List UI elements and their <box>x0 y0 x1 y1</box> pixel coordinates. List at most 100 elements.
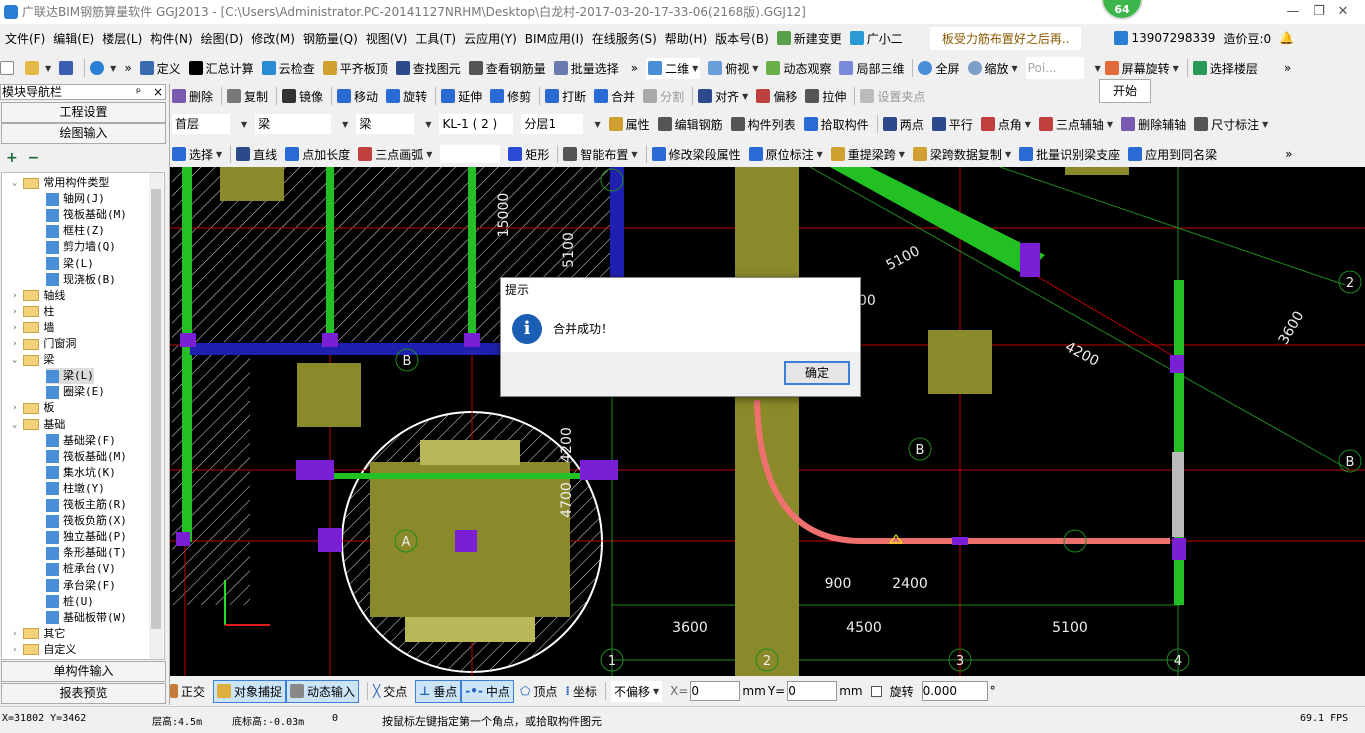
tool-button[interactable]: 三点画弧 ▼ <box>358 146 432 163</box>
chevron-right-icon[interactable]: › <box>12 304 17 320</box>
type-select[interactable]: 梁 <box>356 114 415 134</box>
expand-all-icon[interactable]: + <box>6 150 18 166</box>
user-account[interactable]: 13907298339 <box>1114 31 1215 45</box>
chevron-right-icon[interactable]: › <box>12 626 17 642</box>
overflow-icon[interactable]: » <box>1285 147 1292 161</box>
tree-item[interactable]: 基础板带(W) <box>46 610 127 626</box>
tree-item[interactable]: 筏板基础(M) <box>46 449 127 465</box>
tree-item[interactable]: 现浇板(B) <box>46 272 116 288</box>
assistant-button[interactable]: 广小二 <box>849 30 903 47</box>
tree-item[interactable]: 筏板基础(M) <box>46 207 127 223</box>
toolbar-button[interactable]: 汇总计算 <box>188 60 254 77</box>
menu-item[interactable]: 版本号(B) <box>715 30 769 47</box>
zoom-button[interactable]: 缩放 ▼ <box>967 60 1018 77</box>
tool-button[interactable]: 三点辅轴 ▼ <box>1038 116 1113 133</box>
drawing-canvas[interactable]: 5100 5100 15000 5100 4200 3600 4200 4700 900 2400… <box>170 167 1365 676</box>
view-2d-combo[interactable]: 二维 ▼ <box>646 57 701 79</box>
tool-button[interactable]: 点加长度 <box>285 146 350 163</box>
object-snap-toggle[interactable]: 对象捕捉 <box>213 679 287 703</box>
tool-button[interactable]: 合并 <box>594 88 635 105</box>
tool-button[interactable]: 删除辅轴 <box>1121 116 1186 133</box>
tool-button[interactable]: 修改梁段属性 <box>651 146 741 163</box>
overflow-icon[interactable]: » <box>1284 61 1291 75</box>
select-floor-button[interactable]: 选择楼层 <box>1192 60 1258 77</box>
tool-button[interactable]: 原位标注 ▼ <box>748 146 823 163</box>
member-select[interactable]: KL-1 ( 2 ) <box>439 114 514 134</box>
menu-item[interactable]: BIM应用(I) <box>525 30 584 47</box>
tree-folder[interactable]: ⌄ 梁 <box>12 352 54 368</box>
tool-button[interactable]: 复制 <box>227 88 268 105</box>
chevron-right-icon[interactable]: › <box>12 400 17 416</box>
tree-folder[interactable]: › 柱 <box>12 304 54 320</box>
tool-button[interactable]: 分割 <box>643 88 684 105</box>
tool-button[interactable]: 移动 <box>337 88 378 105</box>
new-file-button[interactable] <box>0 61 17 75</box>
y-input[interactable]: 0 <box>787 681 838 701</box>
project-settings-button[interactable]: 工程设置 <box>1 102 166 123</box>
chevron-down-icon[interactable]: ⌄ <box>12 175 17 191</box>
arc-mode-select[interactable] <box>440 145 501 163</box>
tree-item[interactable]: 框柱(Z) <box>46 223 105 239</box>
tree-item[interactable]: 桩(U) <box>46 594 94 610</box>
tree-item[interactable]: 柱墩(Y) <box>46 481 105 497</box>
tool-button[interactable]: 两点 <box>882 116 924 133</box>
angle-input[interactable]: 0.000 <box>921 681 988 701</box>
tool-button[interactable]: 打断 <box>545 88 586 105</box>
bell-icon[interactable]: 🔔 <box>1279 31 1294 45</box>
point-input-combo[interactable]: Poi... <box>1025 57 1084 79</box>
tree-item[interactable]: 筏板主筋(R) <box>46 497 127 513</box>
menu-item[interactable]: 工具(T) <box>415 30 456 47</box>
drawing-input-button[interactable]: 绘图输入 <box>1 123 166 144</box>
menu-item[interactable]: 文件(F) <box>5 30 45 47</box>
screen-rotate-button[interactable]: ▼ 屏幕旋转 ▼ <box>1092 60 1179 77</box>
tip-banner[interactable]: 板受力筋布置好之后再.. <box>929 26 1082 50</box>
new-change-button[interactable]: 新建变更 <box>776 30 842 47</box>
tool-button[interactable]: 拉伸 <box>805 88 846 105</box>
menu-item[interactable]: 绘图(D) <box>201 30 244 47</box>
menu-item[interactable]: 楼层(L) <box>102 30 142 47</box>
layer-select[interactable]: 分层1 <box>521 114 584 134</box>
tree-folder[interactable]: › 门窗洞 <box>12 336 76 352</box>
tool-button[interactable]: 构件列表 <box>730 116 796 133</box>
tool-button[interactable]: 智能布置 ▼ <box>563 146 638 163</box>
menu-item[interactable]: 修改(M) <box>251 30 295 47</box>
dynamic-observe-button[interactable]: 动态观察 <box>766 60 831 77</box>
tool-button[interactable]: 对齐 ▼ <box>698 88 748 105</box>
tree-item[interactable]: 条形基础(T) <box>46 545 127 561</box>
tree-item[interactable]: 梁(L) <box>46 368 94 385</box>
tool-button[interactable]: 删除 <box>172 88 213 105</box>
intersection-snap[interactable]: ╳ 交点 <box>373 683 407 700</box>
tree-item[interactable]: 筏板负筋(X) <box>46 513 127 529</box>
tool-button[interactable]: 旋转 <box>386 88 427 105</box>
tool-button[interactable]: 偏移 <box>756 88 797 105</box>
toolbar-button[interactable]: 查看钢筋量 <box>468 60 546 77</box>
tool-button[interactable]: 梁跨数据复制 ▼ <box>912 146 1011 163</box>
tree-item[interactable]: 承台梁(F) <box>46 578 116 594</box>
tool-button[interactable]: 平行 <box>931 116 973 133</box>
tool-button[interactable]: 应用到同名梁 <box>1128 146 1217 163</box>
open-file-button[interactable]: ▼ <box>25 61 51 75</box>
category-select[interactable]: 梁 <box>255 114 332 134</box>
tree-folder[interactable]: › 其它 <box>12 626 65 642</box>
midpoint-snap[interactable]: -•- 中点 <box>461 679 514 703</box>
tree-item[interactable]: 圈梁(E) <box>46 384 105 400</box>
rotate-checkbox[interactable] <box>870 685 882 697</box>
local-3d-button[interactable]: 局部三维 <box>839 60 904 77</box>
tool-button[interactable]: 点角 ▼ <box>980 116 1031 133</box>
top-view-button[interactable]: 俯视 ▼ <box>708 60 758 77</box>
tree-item[interactable]: 集水坑(K) <box>46 465 116 481</box>
tree-folder[interactable]: ⌄ 基础 <box>12 417 65 433</box>
undo-button[interactable]: ▼ <box>90 61 116 75</box>
chevron-down-icon[interactable]: ⌄ <box>12 352 17 368</box>
tree-item[interactable]: 桩承台(V) <box>46 561 116 577</box>
report-preview-button[interactable]: 报表预览 <box>1 683 166 704</box>
tool-button[interactable]: 设置夹点 <box>860 88 925 105</box>
x-input[interactable]: 0 <box>690 681 741 701</box>
tree-item[interactable]: 梁(L) <box>46 256 94 272</box>
tree-folder[interactable]: › 墙 <box>12 320 54 336</box>
menu-item[interactable]: 帮助(H) <box>665 30 707 47</box>
coordinate-snap[interactable]: ⁞ 坐标 <box>565 683 597 700</box>
menu-item[interactable]: 编辑(E) <box>53 30 94 47</box>
toolbar-button[interactable]: 云检查 <box>261 60 315 77</box>
tree-item[interactable]: 独立基础(P) <box>46 529 127 545</box>
